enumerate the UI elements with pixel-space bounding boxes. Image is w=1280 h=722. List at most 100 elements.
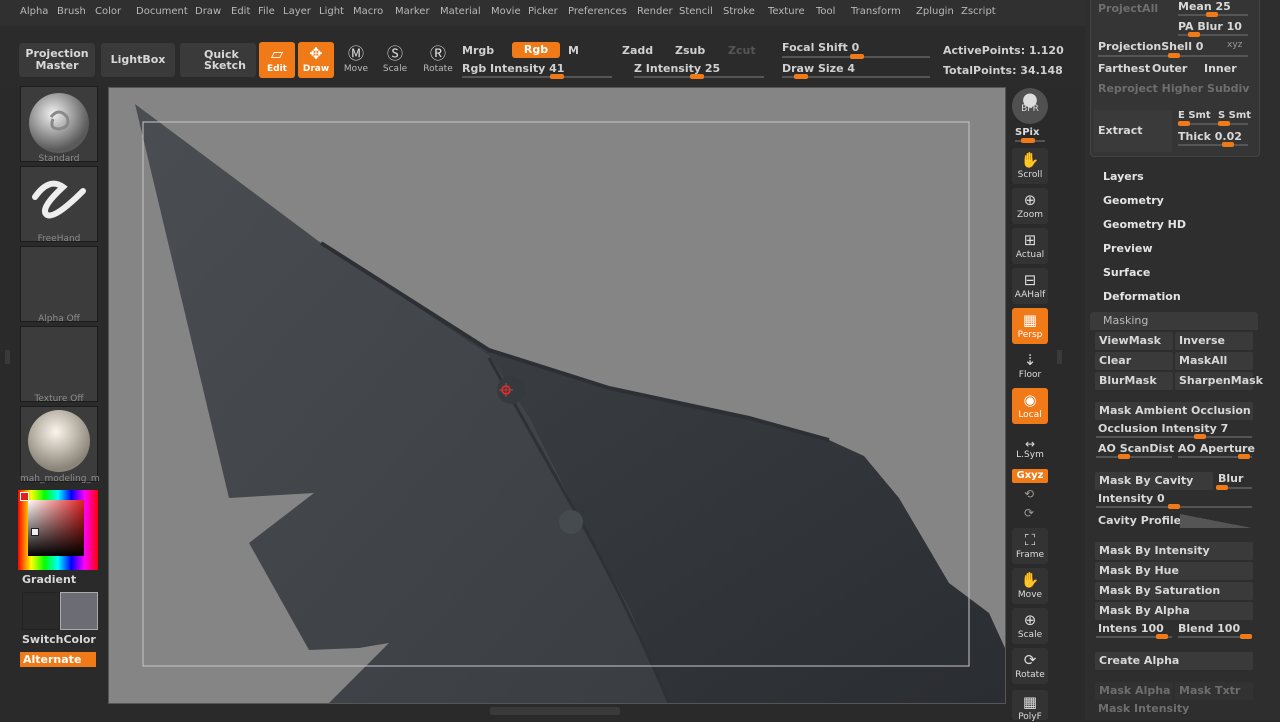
left-tray-handle[interactable] <box>5 350 10 364</box>
rgb-toggle[interactable]: Rgb <box>512 42 560 58</box>
aahalf-button[interactable]: ⊟ AAHalf <box>1012 268 1048 304</box>
mask-by-intensity-button[interactable]: Mask By Intensity <box>1095 542 1253 560</box>
scale-view-button[interactable]: ⊕ Scale <box>1012 608 1048 644</box>
projection-shell-slider[interactable] <box>1098 53 1248 58</box>
quick-sketch-button[interactable]: Quick Sketch <box>180 43 256 77</box>
create-alpha-button[interactable]: Create Alpha <box>1095 652 1253 670</box>
extract-button[interactable]: Extract <box>1094 110 1172 152</box>
stroke-thumbnail[interactable] <box>20 166 98 242</box>
mask-all-button[interactable]: MaskAll <box>1175 352 1253 370</box>
zcut-toggle[interactable]: Zcut <box>728 44 756 57</box>
menu-light[interactable]: Light <box>319 6 344 17</box>
edit-button[interactable]: ▱ Edit <box>259 42 295 78</box>
smt-slider[interactable] <box>1178 121 1248 126</box>
right-tray-handle[interactable] <box>1057 350 1062 364</box>
lsym-button[interactable]: ↔ L.Sym <box>1012 436 1048 462</box>
menu-marker[interactable]: Marker <box>395 6 430 17</box>
draw-button[interactable]: ✥ Draw <box>298 42 334 78</box>
inner-option[interactable]: Inner <box>1204 62 1237 75</box>
section-surface[interactable]: Surface <box>1103 266 1150 279</box>
thick-slider[interactable] <box>1178 142 1248 147</box>
lightbox-button[interactable]: LightBox <box>101 43 175 77</box>
reproject-higher-subdiv-button[interactable]: Reproject Higher Subdiv <box>1098 82 1249 95</box>
rotate-y-icon[interactable]: ⟲ <box>1024 487 1034 501</box>
material-thumbnail[interactable] <box>20 406 98 482</box>
menu-material[interactable]: Material <box>440 6 481 17</box>
menu-macro[interactable]: Macro <box>353 6 383 17</box>
xyz-axis-icon[interactable]: xyz <box>1227 40 1242 50</box>
section-preview[interactable]: Preview <box>1103 242 1153 255</box>
rotate-button[interactable]: Ⓡ Rotate <box>420 42 456 78</box>
farthest-option[interactable]: Farthest <box>1098 62 1150 75</box>
menu-draw[interactable]: Draw <box>195 6 221 17</box>
menu-transform[interactable]: Transform <box>851 6 901 17</box>
menu-texture[interactable]: Texture <box>768 6 805 17</box>
menu-file[interactable]: File <box>258 6 275 17</box>
persp-button[interactable]: ▦ Persp <box>1012 308 1048 344</box>
cavity-profile-curve[interactable] <box>1180 514 1252 528</box>
cavity-blur-slider[interactable] <box>1216 485 1252 490</box>
occlusion-intensity-slider[interactable] <box>1096 434 1252 439</box>
menu-zscript[interactable]: Zscript <box>961 6 996 17</box>
rotate-view-button[interactable]: ⟳ Rotate <box>1012 648 1048 684</box>
secondary-color-swatch[interactable] <box>60 592 98 630</box>
color-picker[interactable] <box>18 490 98 570</box>
canvas-viewport[interactable] <box>108 87 1006 704</box>
move-view-button[interactable]: ✋ Move <box>1012 568 1048 604</box>
sharpen-mask-button[interactable]: SharpenMask <box>1175 372 1263 390</box>
frame-button[interactable]: ⛶ Frame <box>1012 528 1048 564</box>
mask-by-cavity-button[interactable]: Mask By Cavity <box>1095 472 1213 490</box>
view-mask-button[interactable]: ViewMask <box>1095 332 1173 350</box>
inverse-button[interactable]: Inverse <box>1175 332 1253 350</box>
projection-master-button[interactable]: Projection Master <box>19 43 95 77</box>
pa-blur-slider[interactable] <box>1178 32 1248 37</box>
scale-button[interactable]: Ⓢ Scale <box>377 42 413 78</box>
section-geometry-hd[interactable]: Geometry HD <box>1103 218 1186 231</box>
menu-zplugin[interactable]: Zplugin <box>916 6 954 17</box>
clear-mask-button[interactable]: Clear <box>1095 352 1173 370</box>
menu-render[interactable]: Render <box>637 6 673 17</box>
switch-color-button[interactable]: SwitchColor <box>22 633 96 646</box>
focal-shift-slider[interactable] <box>782 54 930 59</box>
menu-edit[interactable]: Edit <box>231 6 250 17</box>
zsub-toggle[interactable]: Zsub <box>675 44 705 57</box>
section-layers[interactable]: Layers <box>1103 170 1144 183</box>
menu-document[interactable]: Document <box>136 6 188 17</box>
section-deformation[interactable]: Deformation <box>1103 290 1181 303</box>
cavity-intensity-slider[interactable] <box>1096 504 1252 509</box>
alternate-button[interactable]: Alternate <box>20 652 96 667</box>
menu-stencil[interactable]: Stencil <box>679 6 713 17</box>
menu-picker[interactable]: Picker <box>528 6 558 17</box>
texture-thumbnail[interactable] <box>20 326 98 402</box>
section-geometry[interactable]: Geometry <box>1103 194 1164 207</box>
mask-alpha-button[interactable]: Mask Alpha <box>1095 682 1173 700</box>
zadd-toggle[interactable]: Zadd <box>622 44 653 57</box>
zoom-button[interactable]: ⊕ Zoom <box>1012 188 1048 224</box>
rgb-intensity-slider[interactable] <box>462 74 612 79</box>
menu-tool[interactable]: Tool <box>816 6 835 17</box>
spix-slider[interactable] <box>1015 138 1045 143</box>
blend-slider[interactable] <box>1178 634 1252 639</box>
m-toggle[interactable]: M <box>568 44 579 57</box>
menu-layer[interactable]: Layer <box>283 6 311 17</box>
bpr-button[interactable]: ● BPR <box>1012 88 1048 124</box>
brush-thumbnail[interactable] <box>20 86 98 162</box>
main-color-swatch[interactable] <box>22 592 60 630</box>
actual-button[interactable]: ⊞ Actual <box>1012 228 1048 264</box>
s-smt-option[interactable]: S Smt <box>1218 110 1251 121</box>
mask-ambient-occlusion-button[interactable]: Mask Ambient Occlusion <box>1095 402 1253 420</box>
move-button[interactable]: Ⓜ Move <box>338 42 374 78</box>
outer-option[interactable]: Outer <box>1152 62 1187 75</box>
menu-movie[interactable]: Movie <box>491 6 521 17</box>
project-all-button[interactable]: ProjectAll <box>1098 2 1158 15</box>
menu-brush[interactable]: Brush <box>57 6 86 17</box>
bottom-shelf-handle[interactable] <box>490 707 620 715</box>
local-button[interactable]: ◉ Local <box>1012 388 1048 424</box>
mean-slider[interactable] <box>1178 12 1248 17</box>
menu-stroke[interactable]: Stroke <box>723 6 755 17</box>
floor-button[interactable]: ⇣ Floor <box>1012 348 1048 384</box>
scroll-button[interactable]: ✋ Scroll <box>1012 148 1048 184</box>
e-smt-option[interactable]: E Smt <box>1178 110 1211 121</box>
mask-by-alpha-button[interactable]: Mask By Alpha <box>1095 602 1253 620</box>
blur-mask-button[interactable]: BlurMask <box>1095 372 1173 390</box>
